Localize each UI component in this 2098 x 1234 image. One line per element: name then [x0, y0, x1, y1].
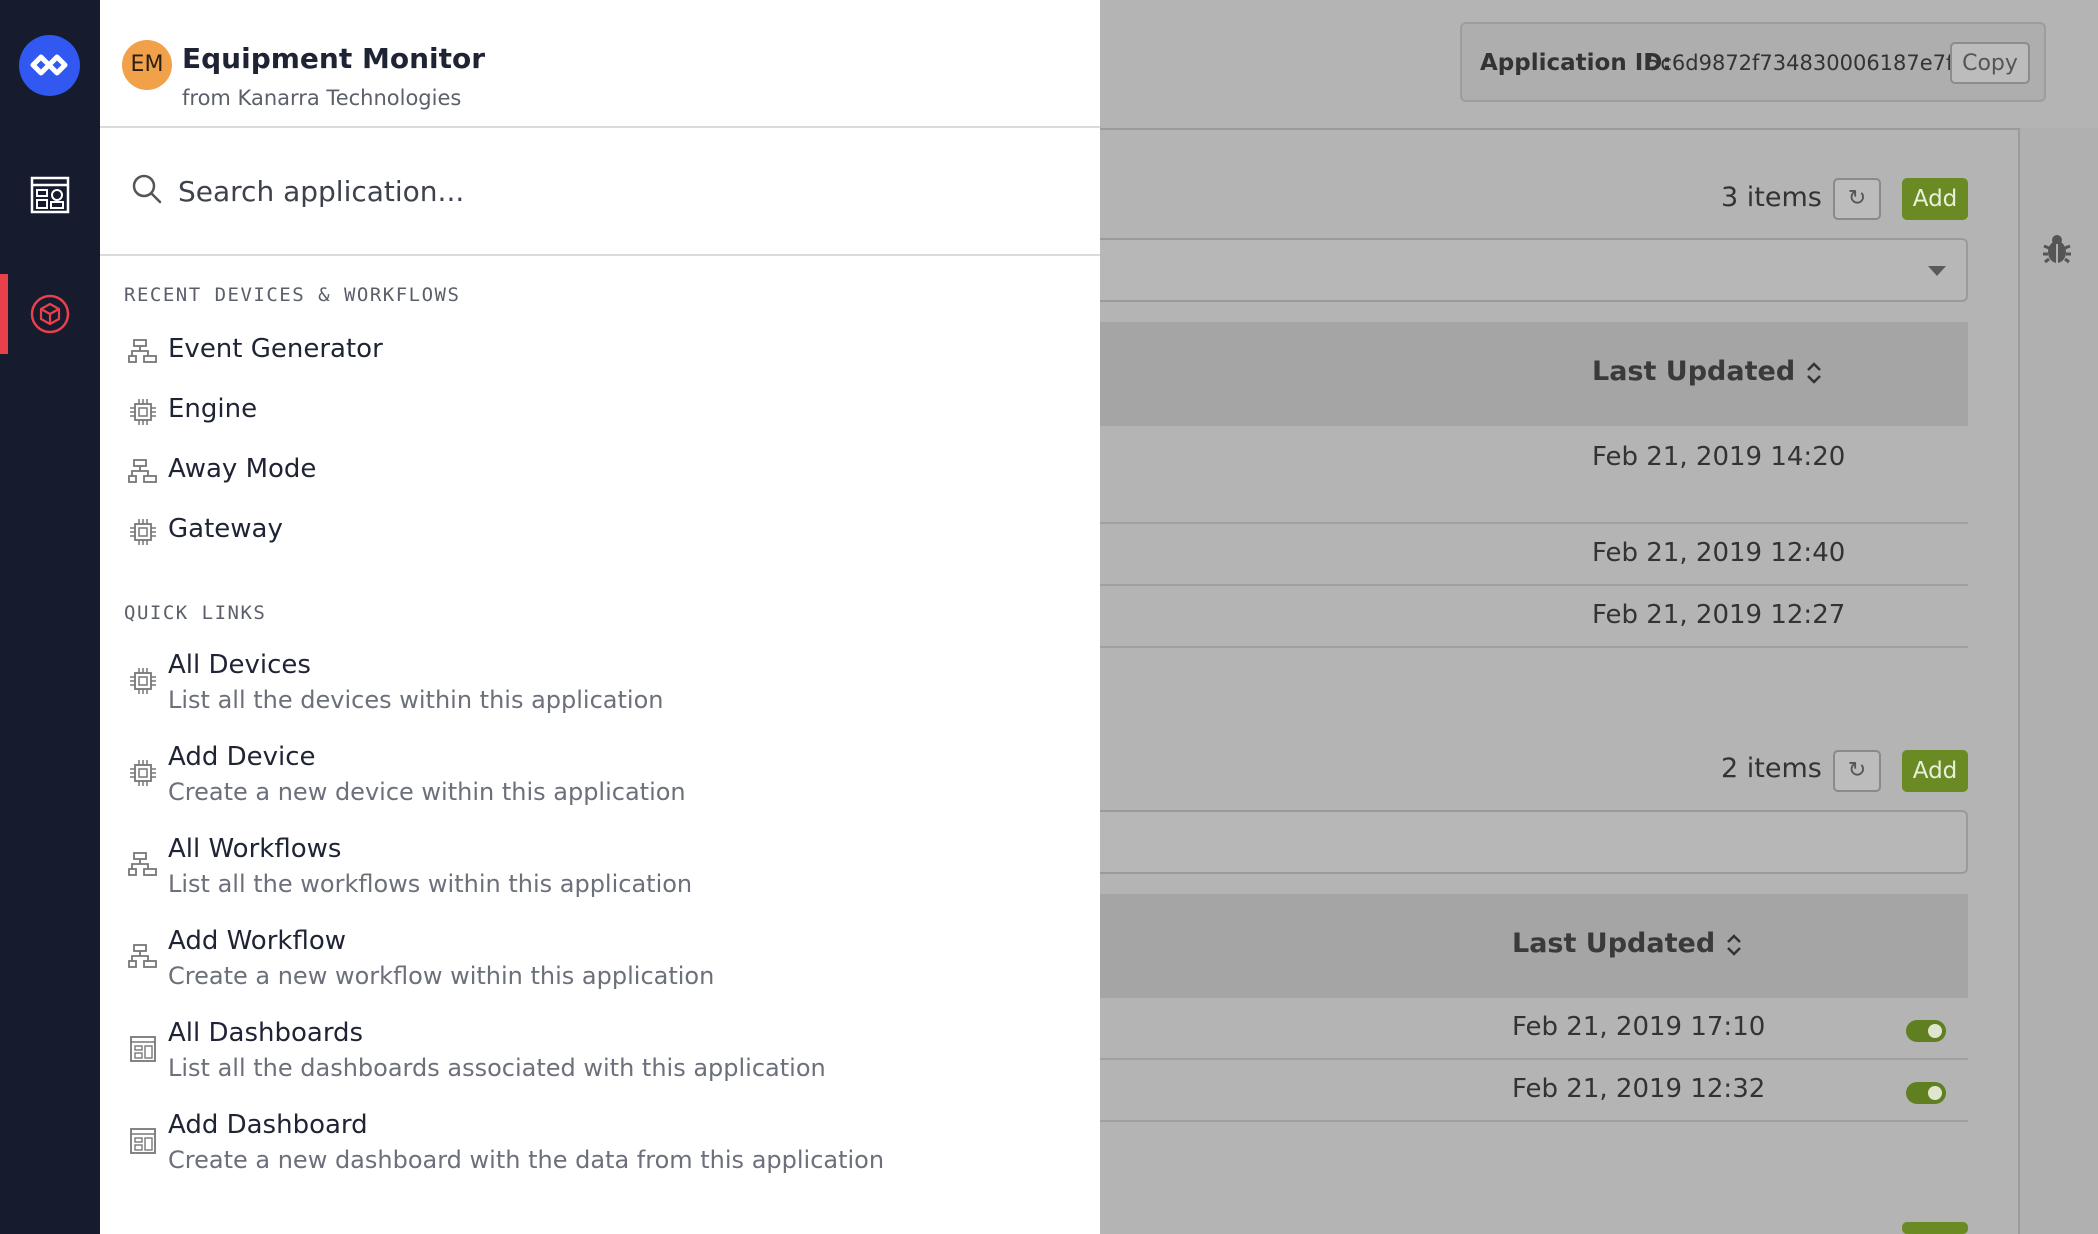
copy-button[interactable]: Copy — [1950, 42, 2030, 84]
application-id-value: 5c6d9872f734830006187e7f — [1647, 51, 1954, 75]
cube-icon — [30, 294, 70, 334]
devices-refresh-button[interactable]: ↻ — [1833, 178, 1881, 220]
devices-filter-select[interactable] — [1100, 238, 1968, 302]
last-updated-cell: Feb 21, 2019 12:32 — [1512, 1074, 1766, 1104]
table-row[interactable]: Feb 21, 2019 12:32 — [1100, 1060, 1968, 1122]
application-id-label: Application ID: — [1480, 50, 1672, 76]
refresh-icon: ↻ — [1847, 758, 1867, 783]
devices-items-count: 3 items — [1721, 182, 1822, 213]
rail-applications-button[interactable] — [0, 274, 100, 354]
quick-link-add-workflow[interactable]: Add Workflow Create a new workflow withi… — [100, 926, 1100, 1002]
workflows-add-button[interactable]: Add — [1902, 750, 1968, 792]
workflow-icon — [128, 339, 157, 363]
sort-icon — [1806, 361, 1821, 384]
item-label: Gateway — [168, 514, 283, 544]
device-chip-icon — [130, 668, 156, 694]
enabled-toggle[interactable] — [1906, 1020, 1946, 1042]
devices-column-last-updated[interactable]: Last Updated — [1592, 356, 1823, 387]
dashboard-icon — [130, 1128, 156, 1154]
app-org: from Kanarra Technologies — [182, 86, 462, 110]
item-label: All Devices — [168, 650, 311, 680]
third-section-add-button[interactable] — [1902, 1222, 1968, 1234]
workflow-icon — [128, 852, 157, 876]
workflow-icon — [128, 944, 157, 968]
item-label: Event Generator — [168, 334, 383, 364]
last-updated-cell: Feb 21, 2019 12:40 — [1592, 538, 1846, 568]
item-label: Add Dashboard — [168, 1110, 368, 1140]
search-icon — [132, 174, 162, 204]
chevron-down-icon — [1928, 266, 1946, 276]
device-chip-icon — [130, 399, 156, 425]
quick-link-add-dashboard[interactable]: Add Dashboard Create a new dashboard wit… — [100, 1110, 1100, 1186]
last-updated-cell: Feb 21, 2019 14:20 — [1592, 442, 1846, 472]
recent-item-event-generator[interactable]: Event Generator — [100, 334, 1100, 374]
devices-table-header: Last Updated — [1100, 322, 1968, 426]
item-label: All Workflows — [168, 834, 342, 864]
sort-icon — [1726, 933, 1741, 956]
left-nav-rail — [0, 0, 100, 1234]
quick-link-all-dashboards[interactable]: All Dashboards List all the dashboards a… — [100, 1018, 1100, 1094]
workflows-items-count: 2 items — [1721, 753, 1822, 784]
quick-link-all-devices[interactable]: All Devices List all the devices within … — [100, 650, 1100, 726]
column-label: Last Updated — [1512, 928, 1716, 959]
right-side-rail — [2018, 128, 2098, 1234]
brand-logo[interactable] — [19, 35, 80, 96]
workflows-refresh-button[interactable]: ↻ — [1833, 750, 1881, 792]
panel-header: EM Equipment Monitor from Kanarra Techno… — [100, 0, 1100, 128]
item-description: Create a new dashboard with the data fro… — [168, 1146, 885, 1174]
recent-item-engine[interactable]: Engine — [100, 394, 1100, 434]
quick-link-add-device[interactable]: Add Device Create a new device within th… — [100, 742, 1100, 818]
quick-link-all-workflows[interactable]: All Workflows List all the workflows wit… — [100, 834, 1100, 910]
item-label: Away Mode — [168, 454, 317, 484]
item-description: List all the dashboards associated with … — [168, 1054, 826, 1082]
search-input[interactable] — [178, 166, 1058, 216]
table-row[interactable]: Feb 21, 2019 12:27 — [1100, 586, 1968, 648]
device-chip-icon — [130, 519, 156, 545]
column-label: Last Updated — [1592, 356, 1796, 387]
workflows-filter-input[interactable] — [1100, 810, 1968, 874]
item-description: Create a new device within this applicat… — [168, 778, 686, 806]
application-quick-panel: EM Equipment Monitor from Kanarra Techno… — [100, 0, 1100, 1234]
brand-logo-icon — [30, 54, 68, 76]
bug-icon[interactable] — [2042, 232, 2072, 266]
recent-section-title: RECENT DEVICES & WORKFLOWS — [124, 284, 461, 306]
dashboard-icon — [130, 1036, 156, 1062]
item-description: List all the devices within this applica… — [168, 686, 664, 714]
refresh-icon: ↻ — [1847, 186, 1867, 211]
search-bar — [100, 128, 1100, 256]
item-description: Create a new workflow within this applic… — [168, 962, 715, 990]
table-row[interactable]: Feb 21, 2019 14:20 — [1100, 426, 1968, 524]
dashboard-icon — [30, 176, 70, 214]
application-id-box: Application ID: 5c6d9872f734830006187e7f… — [1460, 22, 2046, 102]
last-updated-cell: Feb 21, 2019 17:10 — [1512, 1012, 1766, 1042]
quick-links-section-title: QUICK LINKS — [124, 602, 267, 624]
workflow-icon — [128, 459, 157, 483]
last-updated-cell: Feb 21, 2019 12:27 — [1592, 600, 1846, 630]
item-label: Add Device — [168, 742, 316, 772]
app-avatar: EM — [122, 40, 172, 90]
item-label: All Dashboards — [168, 1018, 364, 1048]
item-label: Add Workflow — [168, 926, 346, 956]
table-row[interactable]: Feb 21, 2019 17:10 — [1100, 998, 1968, 1060]
rail-dashboards-button[interactable] — [0, 155, 100, 235]
app-name[interactable]: Equipment Monitor — [182, 42, 485, 75]
enabled-toggle[interactable] — [1906, 1082, 1946, 1104]
workflows-column-last-updated[interactable]: Last Updated — [1512, 928, 1743, 959]
table-row[interactable]: Feb 21, 2019 12:40 — [1100, 524, 1968, 586]
recent-item-away-mode[interactable]: Away Mode — [100, 454, 1100, 494]
item-label: Engine — [168, 394, 258, 424]
workflows-table-header: Last Updated — [1100, 894, 1968, 998]
item-description: List all the workflows within this appli… — [168, 870, 693, 898]
device-chip-icon — [130, 760, 156, 786]
recent-item-gateway[interactable]: Gateway — [100, 514, 1100, 554]
devices-add-button[interactable]: Add — [1902, 178, 1968, 220]
